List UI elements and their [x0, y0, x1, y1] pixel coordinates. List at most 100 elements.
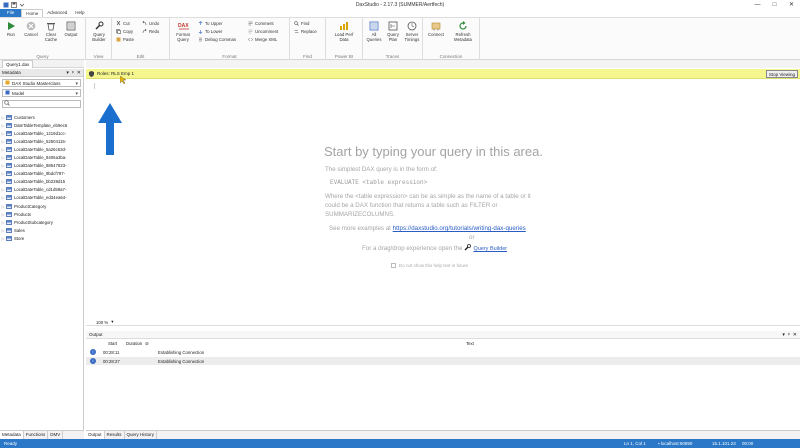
database-icon: [5, 80, 10, 86]
tab-help[interactable]: Help: [71, 9, 88, 17]
database-select[interactable]: DAX Studio Masterclass ▾: [2, 79, 81, 87]
run-button[interactable]: Run: [1, 20, 21, 37]
table-tree-item[interactable]: ▷ DateTableTemplate_eb9ec6: [0, 121, 83, 129]
query-group: Run Cancel Clear Cache Output Query: [0, 18, 86, 60]
maximize-button[interactable]: □: [766, 0, 783, 9]
table-tree-item[interactable]: ▷ LocalDateTable_bb239d15: [0, 178, 83, 186]
table-tree-item[interactable]: ▷ LocalDateTable_cd1d59a7-: [0, 186, 83, 194]
zoom-level[interactable]: 100 %: [96, 320, 108, 325]
refresh-metadata-button[interactable]: Refresh Metadata: [450, 20, 476, 42]
tab-home[interactable]: Home: [21, 9, 44, 17]
table-tree-item[interactable]: ▷ LocalDateTable_9bdcf787-: [0, 170, 83, 178]
output-button[interactable]: Output: [61, 20, 81, 37]
zoom-bar: 100 % ▾: [86, 319, 800, 326]
find-button[interactable]: Find: [294, 20, 309, 27]
shield-icon: [89, 70, 94, 77]
chevron-down-icon[interactable]: ▾: [111, 319, 113, 325]
table-tree-item[interactable]: ▷ Store: [0, 234, 83, 242]
format-query-button[interactable]: DAX Format Query: [173, 20, 193, 43]
query-builder-button[interactable]: Query Builder: [89, 20, 109, 42]
tab-query-history[interactable]: Query History: [125, 431, 158, 439]
close-button[interactable]: ✕: [783, 0, 800, 9]
copy-button[interactable]: Copy: [116, 28, 133, 35]
undo-icon: [142, 20, 147, 26]
all-queries-button[interactable]: All Queries: [364, 20, 384, 42]
search-icon: [4, 100, 10, 108]
cut-button[interactable]: Cut: [116, 20, 130, 27]
tab-results[interactable]: Results: [105, 431, 125, 439]
table-tree-item[interactable]: ▷ LocalDateTable_88547823-: [0, 162, 83, 170]
tab-file[interactable]: File: [0, 9, 22, 17]
comment-button[interactable]: Comment: [248, 20, 274, 27]
pin-icon[interactable]: ᵖ: [72, 70, 74, 76]
replace-button[interactable]: Replace: [294, 28, 317, 35]
help-line-2: Where the <table expression> can be as s…: [325, 193, 531, 200]
tab-advanced[interactable]: Advanced: [43, 9, 71, 17]
table-tree-item[interactable]: ▷ Sales: [0, 226, 83, 234]
table-tree-item[interactable]: ▷ LocalDateTable_1219d1cc-: [0, 129, 83, 137]
paste-button[interactable]: Paste: [116, 36, 134, 43]
output-row[interactable]: i 00:28:27 Establishing Connection: [86, 357, 800, 365]
document-tab[interactable]: Query1.dax: [2, 60, 34, 68]
output-pin-icon[interactable]: ᵖ: [788, 332, 790, 338]
filter-icon[interactable]: ⊘: [145, 341, 149, 347]
tab-output[interactable]: Output: [86, 431, 105, 439]
table-tree-item[interactable]: ▷ LocalDateTable_5a26c63d-: [0, 145, 83, 153]
to-lower-button[interactable]: To Lower: [198, 28, 222, 35]
dax-format-icon: DAX: [178, 20, 189, 31]
table-icon: [6, 146, 12, 152]
format-query-label: Format Query: [176, 32, 190, 42]
table-name: DateTableTemplate_eb9ec6: [14, 122, 68, 128]
tab-metadata[interactable]: Metadata: [0, 431, 24, 439]
load-perf-data-button[interactable]: Load Perf Data: [334, 20, 354, 42]
server-timings-button[interactable]: Server Timings: [402, 20, 422, 42]
query-plan-button[interactable]: Query Plan: [383, 20, 403, 42]
output-close-icon[interactable]: ✕: [793, 332, 797, 338]
redo-button[interactable]: Redo: [142, 28, 159, 35]
hide-help-checkbox[interactable]: [391, 263, 396, 268]
table-icon: [6, 195, 12, 201]
output-row[interactable]: i 00:28:11 Establishing Connection: [86, 348, 800, 356]
cancel-button[interactable]: Cancel: [21, 20, 41, 37]
debug-commas-button[interactable]: Debug Commas: [198, 36, 236, 43]
table-tree: ▷ Customers ▷ DateTableTemplate_eb9ec6 ▷ Loca…: [0, 113, 83, 243]
query-builder-link[interactable]: Query Builder: [473, 245, 507, 254]
connect-button[interactable]: Connect: [426, 20, 446, 37]
table-tree-item[interactable]: ▷ ProductSubcategory: [0, 218, 83, 226]
output-menu-icon[interactable]: ▾: [782, 332, 785, 338]
tab-dmv[interactable]: DMV: [48, 431, 64, 439]
merge-xml-button[interactable]: Merge XML: [248, 36, 277, 43]
minimize-button[interactable]: —: [749, 0, 766, 9]
cancel-label: Cancel: [24, 32, 38, 37]
model-select[interactable]: Model ▾: [2, 89, 81, 97]
column-text[interactable]: Text: [466, 341, 474, 346]
table-tree-item[interactable]: ▷ LocalDateTable_52504115-: [0, 137, 83, 145]
help-title: Start by typing your query in this area.: [324, 144, 543, 159]
undo-button[interactable]: Undo: [142, 20, 159, 27]
panel-menu-icon[interactable]: ▾: [66, 70, 69, 76]
column-duration[interactable]: Duration: [126, 341, 142, 346]
rls-roles-text: Roles: RLS Emp 1: [97, 71, 135, 76]
tab-functions[interactable]: Functions: [24, 431, 49, 439]
to-upper-button[interactable]: To Upper: [198, 20, 222, 27]
table-icon: [6, 219, 12, 225]
table-icon: [6, 179, 12, 185]
table-tree-item[interactable]: ▷ LocalDateTable_ed34ea64-: [0, 194, 83, 202]
table-tree-item[interactable]: ▷ Customers: [0, 113, 83, 121]
panel-close-icon[interactable]: ✕: [77, 70, 81, 76]
stop-viewing-button[interactable]: Stop Viewing: [765, 70, 798, 78]
examples-link[interactable]: https://daxstudio.org/tutorials/writing-…: [393, 225, 526, 232]
metadata-search-input[interactable]: [2, 100, 81, 108]
query-editor[interactable]: Start by typing your query in this area.…: [86, 76, 800, 319]
hide-help-checkbox-row[interactable]: Do not show this help text in future: [391, 263, 468, 268]
table-tree-item[interactable]: ▷ LocalDateTable_8406a3ba-: [0, 153, 83, 161]
column-start[interactable]: Start: [108, 341, 117, 346]
table-tree-item[interactable]: ▷ Products: [0, 210, 83, 218]
table-tree-item[interactable]: ▷ ProductCategory: [0, 202, 83, 210]
metadata-title: Metadata: [2, 70, 21, 75]
uncomment-button[interactable]: Uncomment: [248, 28, 278, 35]
svg-text:DAX: DAX: [178, 23, 189, 29]
table-name: ProductCategory: [14, 203, 47, 209]
clear-cache-button[interactable]: Clear Cache: [41, 20, 61, 42]
help-more-prefix: See more examples at: [329, 225, 391, 232]
